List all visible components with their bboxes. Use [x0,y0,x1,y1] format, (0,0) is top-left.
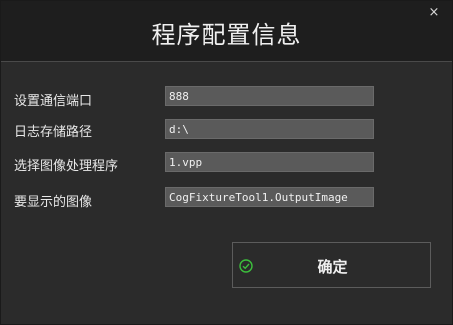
title-bar: 程序配置信息 × [1,1,452,62]
close-icon[interactable]: × [426,5,442,21]
log-path-label: 日志存储路径 [14,125,93,140]
image-label: 要显示的图像 [14,195,93,210]
port-input[interactable] [165,86,374,106]
config-dialog: 程序配置信息 × 设置通信端口 日志存储路径 选择图像处理程序 要显示的图像 确… [0,0,453,325]
port-label: 设置通信端口 [14,94,93,109]
program-label: 选择图像处理程序 [14,159,119,174]
ok-button-label: 确定 [317,258,348,276]
dialog-title: 程序配置信息 [151,21,302,49]
program-input[interactable] [165,152,374,172]
image-input[interactable] [165,187,374,207]
log-path-input[interactable] [165,119,374,139]
ok-button[interactable]: 确定 [232,242,431,288]
